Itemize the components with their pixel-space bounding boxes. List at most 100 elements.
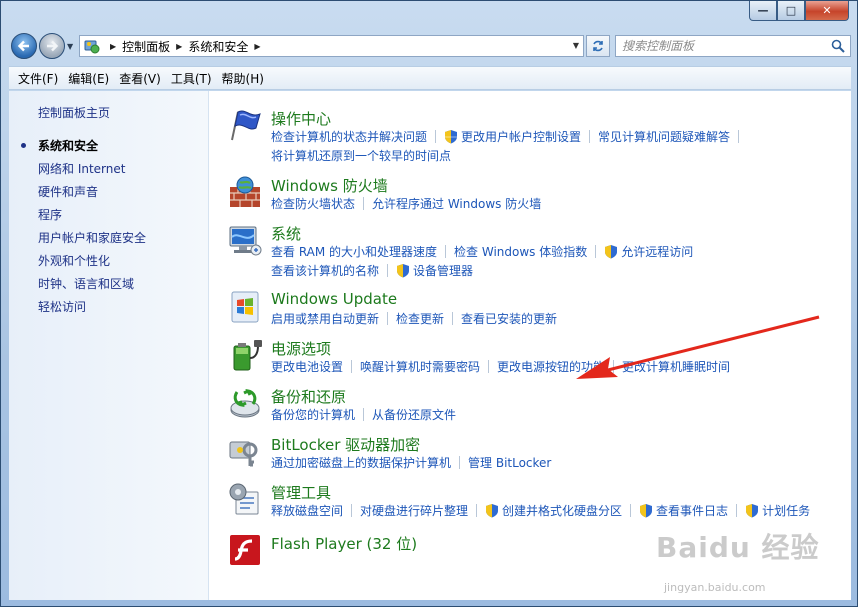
action-center-flag-icon[interactable] [228, 108, 262, 142]
sidebar-item-user-accounts[interactable]: 用户帐户和家庭安全 [38, 229, 146, 246]
task-link[interactable]: 检查防火墙状态 [271, 195, 355, 212]
uac-shield-icon [486, 504, 499, 518]
task-link-shield[interactable]: 允许远程访问 [604, 243, 693, 260]
separator [351, 360, 353, 373]
task-link[interactable]: 对硬盘进行碎片整理 [360, 502, 468, 519]
baidu-watermark: Baidu 经验 jingyan.baidu.com [656, 526, 820, 594]
task-link[interactable]: 将计算机还原到一个较早的时间点 [271, 147, 451, 164]
task-link[interactable]: 查看 RAM 的大小和处理器速度 [271, 243, 437, 260]
flash-player-icon[interactable] [228, 533, 262, 567]
sidebar-item-system-security[interactable]: 系统和安全 [38, 137, 98, 154]
bitlocker-keys-icon[interactable] [228, 434, 262, 468]
category-title[interactable]: 系统 [271, 223, 301, 244]
current-item-bullet [21, 143, 26, 148]
windows-update-icon[interactable] [228, 290, 262, 324]
menu-view[interactable]: 查看(V) [114, 70, 166, 87]
sidebar-item-control-panel-home[interactable]: 控制面板主页 [38, 104, 110, 121]
menu-tools[interactable]: 工具(T) [166, 70, 217, 87]
search-icon[interactable] [830, 38, 846, 54]
separator [435, 130, 437, 143]
task-link[interactable]: 常见计算机问题疑难解答 [598, 128, 730, 145]
firewall-icon[interactable] [228, 175, 262, 209]
task-line: 启用或禁用自动更新 检查更新 查看已安装的更新 [271, 310, 557, 327]
category-title[interactable]: Flash Player (32 位) [271, 533, 417, 554]
sidebar-item-programs[interactable]: 程序 [38, 206, 62, 223]
uac-shield-icon [397, 264, 410, 278]
minimize-button[interactable]: — [749, 1, 777, 21]
maximize-button[interactable]: □ [777, 1, 805, 21]
category-title[interactable]: 备份和还原 [271, 386, 346, 407]
address-dropdown-icon[interactable]: ▼ [573, 41, 579, 50]
task-link-shield[interactable]: 查看事件日志 [639, 502, 728, 519]
task-line: 备份您的计算机 从备份还原文件 [271, 406, 456, 423]
menu-help[interactable]: 帮助(H) [217, 70, 269, 87]
task-link[interactable]: 检查 Windows 体验指数 [454, 243, 587, 260]
breadcrumb-chevron-icon: ▶ [176, 41, 183, 51]
category-title[interactable]: BitLocker 驱动器加密 [271, 434, 420, 455]
sidebar-item-appearance[interactable]: 外观和个性化 [38, 252, 110, 269]
task-link-shield[interactable]: 设备管理器 [396, 262, 473, 279]
separator [595, 245, 597, 258]
task-line: 查看该计算机的名称 设备管理器 [271, 262, 473, 279]
recent-pages-dropdown-icon[interactable]: ▼ [67, 42, 73, 51]
category-title[interactable]: 管理工具 [271, 482, 331, 503]
task-line: 通过加密磁盘上的数据保护计算机 管理 BitLocker [271, 454, 551, 471]
close-button[interactable]: ✕ [805, 1, 849, 21]
sidebar-item-hardware-sound[interactable]: 硬件和声音 [38, 183, 98, 200]
menu-bar: 文件(F) 编辑(E) 查看(V) 工具(T) 帮助(H) [9, 66, 851, 90]
search-box[interactable] [615, 35, 851, 57]
category-title[interactable]: Windows 防火墙 [271, 175, 388, 196]
task-line: 查看 RAM 的大小和处理器速度 检查 Windows 体验指数 允许远程访问 [271, 243, 693, 260]
breadcrumb-system-security[interactable]: 系统和安全 [188, 38, 248, 55]
task-link-shield[interactable]: 创建并格式化硬盘分区 [485, 502, 622, 519]
explorer-window: — □ ✕ ▼ ▶ 控制面板 ▶ 系统和安全 ▶ ▼ 搜索控制面板 文件(F) … [0, 0, 858, 607]
task-link[interactable]: 允许程序通过 Windows 防火墙 [372, 195, 541, 212]
system-computer-icon[interactable] [228, 223, 262, 257]
backup-restore-icon[interactable] [228, 386, 262, 420]
refresh-button[interactable] [586, 35, 610, 57]
task-line: 将计算机还原到一个较早的时间点 [271, 147, 451, 164]
admin-tools-icon[interactable] [228, 482, 262, 516]
breadcrumb-control-panel[interactable]: 控制面板 [122, 38, 170, 55]
separator [445, 245, 447, 258]
task-line: 释放磁盘空间 对硬盘进行碎片整理 创建并格式化硬盘分区 查看事件日志 计划任务 [271, 502, 810, 519]
task-link[interactable]: 检查计算机的状态并解决问题 [271, 128, 427, 145]
task-link[interactable]: 唤醒计算机时需要密码 [360, 358, 480, 375]
sidebar-item-clock-language-region[interactable]: 时钟、语言和区域 [38, 275, 134, 292]
category-title[interactable]: Windows Update [271, 290, 397, 308]
sidebar-item-ease-of-access[interactable]: 轻松访问 [38, 298, 86, 315]
sidebar-item-network-internet[interactable]: 网络和 Internet [38, 160, 125, 177]
task-label: 计划任务 [762, 504, 811, 518]
power-battery-icon[interactable] [228, 338, 262, 372]
separator [476, 504, 478, 517]
sidebar: 控制面板主页 系统和安全 网络和 Internet 硬件和声音 程序 用户帐户和… [9, 91, 209, 600]
category-title[interactable]: 电源选项 [271, 338, 331, 359]
address-bar[interactable]: ▶ 控制面板 ▶ 系统和安全 ▶ ▼ [79, 35, 584, 57]
task-link[interactable]: 启用或禁用自动更新 [271, 310, 379, 327]
task-link[interactable]: 更改电池设置 [271, 358, 343, 375]
search-input[interactable] [622, 39, 822, 53]
task-link[interactable]: 释放磁盘空间 [271, 502, 343, 519]
task-link-shield[interactable]: 更改用户帐户控制设置 [444, 128, 581, 145]
task-line: 检查计算机的状态并解决问题 更改用户帐户控制设置 常见计算机问题疑难解答 [271, 128, 747, 145]
task-link[interactable]: 管理 BitLocker [468, 454, 551, 471]
separator [459, 456, 461, 469]
separator [736, 504, 738, 517]
menu-edit[interactable]: 编辑(E) [63, 70, 114, 87]
task-link[interactable]: 检查更新 [396, 310, 444, 327]
task-link[interactable]: 查看该计算机的名称 [271, 262, 379, 279]
category-title[interactable]: 操作中心 [271, 108, 331, 129]
menu-file[interactable]: 文件(F) [13, 70, 63, 87]
task-link[interactable]: 通过加密磁盘上的数据保护计算机 [271, 454, 451, 471]
task-link[interactable]: 从备份还原文件 [372, 406, 456, 423]
uac-shield-icon [640, 504, 653, 518]
content-area: 控制面板主页 系统和安全 网络和 Internet 硬件和声音 程序 用户帐户和… [9, 91, 851, 600]
refresh-icon [593, 40, 603, 52]
task-link[interactable]: 查看已安装的更新 [461, 310, 557, 327]
navigation-bar: ▼ ▶ 控制面板 ▶ 系统和安全 ▶ ▼ [9, 31, 851, 61]
task-link-shield[interactable]: 计划任务 [745, 502, 810, 519]
task-link[interactable]: 备份您的计算机 [271, 406, 355, 423]
forward-button[interactable] [39, 33, 65, 59]
back-button[interactable] [11, 33, 37, 59]
separator [630, 504, 632, 517]
